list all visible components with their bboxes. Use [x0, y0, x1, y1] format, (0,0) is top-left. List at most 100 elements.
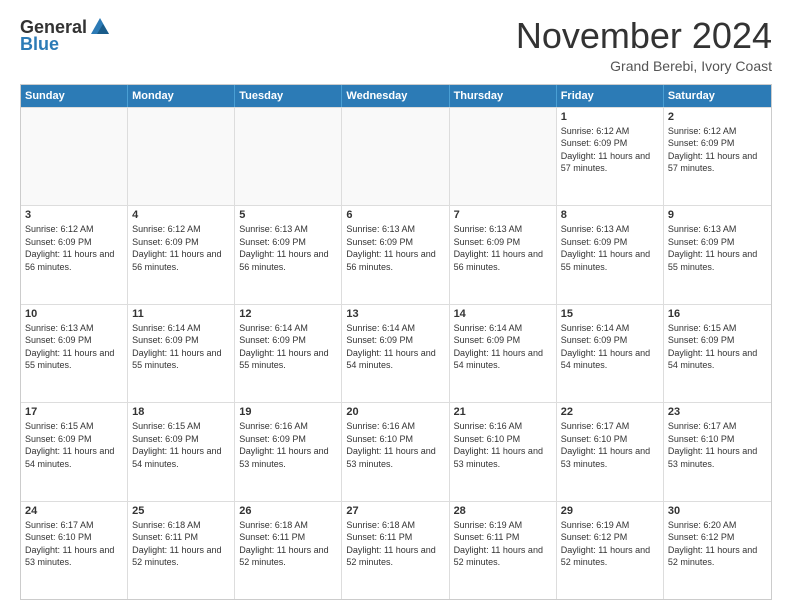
day-info: Sunrise: 6:16 AM Sunset: 6:10 PM Dayligh…	[346, 420, 444, 470]
calendar-cell: 15 Sunrise: 6:14 AM Sunset: 6:09 PM Dayli…	[557, 305, 664, 402]
day-info: Sunrise: 6:14 AM Sunset: 6:09 PM Dayligh…	[454, 322, 552, 372]
day-number: 10	[25, 308, 123, 320]
day-number: 25	[132, 505, 230, 517]
calendar-cell: 7 Sunrise: 6:13 AM Sunset: 6:09 PM Daylig…	[450, 206, 557, 303]
day-info: Sunrise: 6:17 AM Sunset: 6:10 PM Dayligh…	[25, 519, 123, 569]
day-number: 22	[561, 406, 659, 418]
day-info: Sunrise: 6:13 AM Sunset: 6:09 PM Dayligh…	[454, 223, 552, 273]
calendar-cell: 3Sunrise: 6:12 AM Sunset: 6:09 PM Daylig…	[21, 206, 128, 303]
weekday-header: Monday	[128, 85, 235, 107]
day-info: Sunrise: 6:14 AM Sunset: 6:09 PM Dayligh…	[561, 322, 659, 372]
day-number: 4	[132, 209, 230, 221]
calendar-cell: 18 Sunrise: 6:15 AM Sunset: 6:09 PM Dayli…	[128, 403, 235, 500]
day-number: 1	[561, 111, 659, 123]
day-number: 24	[25, 505, 123, 517]
calendar-cell: 25 Sunrise: 6:18 AM Sunset: 6:11 PM Dayli…	[128, 502, 235, 599]
day-number: 16	[668, 308, 767, 320]
calendar-cell: 10 Sunrise: 6:13 AM Sunset: 6:09 PM Dayli…	[21, 305, 128, 402]
day-info: Sunrise: 6:18 AM Sunset: 6:11 PM Dayligh…	[132, 519, 230, 569]
day-info: Sunrise: 6:16 AM Sunset: 6:09 PM Dayligh…	[239, 420, 337, 470]
calendar-cell	[128, 108, 235, 205]
calendar-cell: 2Sunrise: 6:12 AM Sunset: 6:09 PM Daylig…	[664, 108, 771, 205]
calendar-cell: 5 Sunrise: 6:13 AM Sunset: 6:09 PM Daylig…	[235, 206, 342, 303]
day-info: Sunrise: 6:15 AM Sunset: 6:09 PM Dayligh…	[132, 420, 230, 470]
day-number: 28	[454, 505, 552, 517]
calendar-cell: 4Sunrise: 6:12 AM Sunset: 6:09 PM Daylig…	[128, 206, 235, 303]
day-number: 18	[132, 406, 230, 418]
logo-icon	[89, 16, 111, 38]
day-number: 26	[239, 505, 337, 517]
day-info: Sunrise: 6:13 AM Sunset: 6:09 PM Dayligh…	[346, 223, 444, 273]
page: General Blue November 2024 Grand Berebi,…	[0, 0, 792, 612]
calendar-cell: 19 Sunrise: 6:16 AM Sunset: 6:09 PM Dayli…	[235, 403, 342, 500]
calendar-cell: 21 Sunrise: 6:16 AM Sunset: 6:10 PM Dayli…	[450, 403, 557, 500]
day-info: Sunrise: 6:13 AM Sunset: 6:09 PM Dayligh…	[561, 223, 659, 273]
calendar-cell: 8Sunrise: 6:13 AM Sunset: 6:09 PM Daylig…	[557, 206, 664, 303]
day-info: Sunrise: 6:13 AM Sunset: 6:09 PM Dayligh…	[25, 322, 123, 372]
day-info: Sunrise: 6:13 AM Sunset: 6:09 PM Dayligh…	[239, 223, 337, 273]
calendar-row: 10 Sunrise: 6:13 AM Sunset: 6:09 PM Dayli…	[21, 304, 771, 402]
calendar-cell: 17 Sunrise: 6:15 AM Sunset: 6:09 PM Dayli…	[21, 403, 128, 500]
day-number: 20	[346, 406, 444, 418]
month-title: November 2024	[516, 16, 772, 56]
calendar: SundayMondayTuesdayWednesdayThursdayFrid…	[20, 84, 772, 600]
day-number: 5	[239, 209, 337, 221]
calendar-cell: 28 Sunrise: 6:19 AM Sunset: 6:11 PM Dayli…	[450, 502, 557, 599]
day-info: Sunrise: 6:14 AM Sunset: 6:09 PM Dayligh…	[132, 322, 230, 372]
calendar-cell: 9 Sunrise: 6:13 AM Sunset: 6:09 PM Daylig…	[664, 206, 771, 303]
calendar-cell: 1 Sunrise: 6:12 AM Sunset: 6:09 PM Daylig…	[557, 108, 664, 205]
day-number: 9	[668, 209, 767, 221]
location-subtitle: Grand Berebi, Ivory Coast	[516, 58, 772, 74]
calendar-cell	[235, 108, 342, 205]
day-number: 2	[668, 111, 767, 123]
day-number: 19	[239, 406, 337, 418]
day-info: Sunrise: 6:15 AM Sunset: 6:09 PM Dayligh…	[25, 420, 123, 470]
weekday-header: Tuesday	[235, 85, 342, 107]
calendar-cell: 6 Sunrise: 6:13 AM Sunset: 6:09 PM Daylig…	[342, 206, 449, 303]
day-number: 17	[25, 406, 123, 418]
day-info: Sunrise: 6:19 AM Sunset: 6:11 PM Dayligh…	[454, 519, 552, 569]
calendar-cell: 23 Sunrise: 6:17 AM Sunset: 6:10 PM Dayli…	[664, 403, 771, 500]
day-info: Sunrise: 6:13 AM Sunset: 6:09 PM Dayligh…	[668, 223, 767, 273]
day-info: Sunrise: 6:17 AM Sunset: 6:10 PM Dayligh…	[668, 420, 767, 470]
day-number: 21	[454, 406, 552, 418]
logo-blue-text: Blue	[20, 34, 59, 55]
day-info: Sunrise: 6:14 AM Sunset: 6:09 PM Dayligh…	[239, 322, 337, 372]
day-info: Sunrise: 6:20 AM Sunset: 6:12 PM Dayligh…	[668, 519, 767, 569]
calendar-cell: 30Sunrise: 6:20 AM Sunset: 6:12 PM Dayli…	[664, 502, 771, 599]
day-info: Sunrise: 6:19 AM Sunset: 6:12 PM Dayligh…	[561, 519, 659, 569]
day-number: 13	[346, 308, 444, 320]
calendar-cell: 26 Sunrise: 6:18 AM Sunset: 6:11 PM Dayli…	[235, 502, 342, 599]
day-number: 3	[25, 209, 123, 221]
day-info: Sunrise: 6:16 AM Sunset: 6:10 PM Dayligh…	[454, 420, 552, 470]
calendar-cell: 24 Sunrise: 6:17 AM Sunset: 6:10 PM Dayli…	[21, 502, 128, 599]
calendar-cell: 20 Sunrise: 6:16 AM Sunset: 6:10 PM Dayli…	[342, 403, 449, 500]
day-info: Sunrise: 6:18 AM Sunset: 6:11 PM Dayligh…	[346, 519, 444, 569]
calendar-cell: 16 Sunrise: 6:15 AM Sunset: 6:09 PM Dayli…	[664, 305, 771, 402]
calendar-header: SundayMondayTuesdayWednesdayThursdayFrid…	[21, 85, 771, 107]
calendar-cell	[21, 108, 128, 205]
calendar-row: 17 Sunrise: 6:15 AM Sunset: 6:09 PM Dayli…	[21, 402, 771, 500]
weekday-header: Thursday	[450, 85, 557, 107]
day-info: Sunrise: 6:15 AM Sunset: 6:09 PM Dayligh…	[668, 322, 767, 372]
day-number: 12	[239, 308, 337, 320]
day-info: Sunrise: 6:12 AM Sunset: 6:09 PM Dayligh…	[561, 125, 659, 175]
weekday-header: Sunday	[21, 85, 128, 107]
calendar-body: 1 Sunrise: 6:12 AM Sunset: 6:09 PM Daylig…	[21, 107, 771, 599]
calendar-cell: 14 Sunrise: 6:14 AM Sunset: 6:09 PM Dayli…	[450, 305, 557, 402]
day-info: Sunrise: 6:17 AM Sunset: 6:10 PM Dayligh…	[561, 420, 659, 470]
calendar-row: 1 Sunrise: 6:12 AM Sunset: 6:09 PM Daylig…	[21, 107, 771, 205]
calendar-cell	[342, 108, 449, 205]
day-info: Sunrise: 6:18 AM Sunset: 6:11 PM Dayligh…	[239, 519, 337, 569]
day-number: 23	[668, 406, 767, 418]
calendar-cell: 22 Sunrise: 6:17 AM Sunset: 6:10 PM Dayli…	[557, 403, 664, 500]
calendar-cell: 12 Sunrise: 6:14 AM Sunset: 6:09 PM Dayli…	[235, 305, 342, 402]
day-number: 6	[346, 209, 444, 221]
day-number: 27	[346, 505, 444, 517]
weekday-header: Wednesday	[342, 85, 449, 107]
day-number: 14	[454, 308, 552, 320]
calendar-row: 24 Sunrise: 6:17 AM Sunset: 6:10 PM Dayli…	[21, 501, 771, 599]
day-number: 15	[561, 308, 659, 320]
day-number: 7	[454, 209, 552, 221]
day-number: 11	[132, 308, 230, 320]
